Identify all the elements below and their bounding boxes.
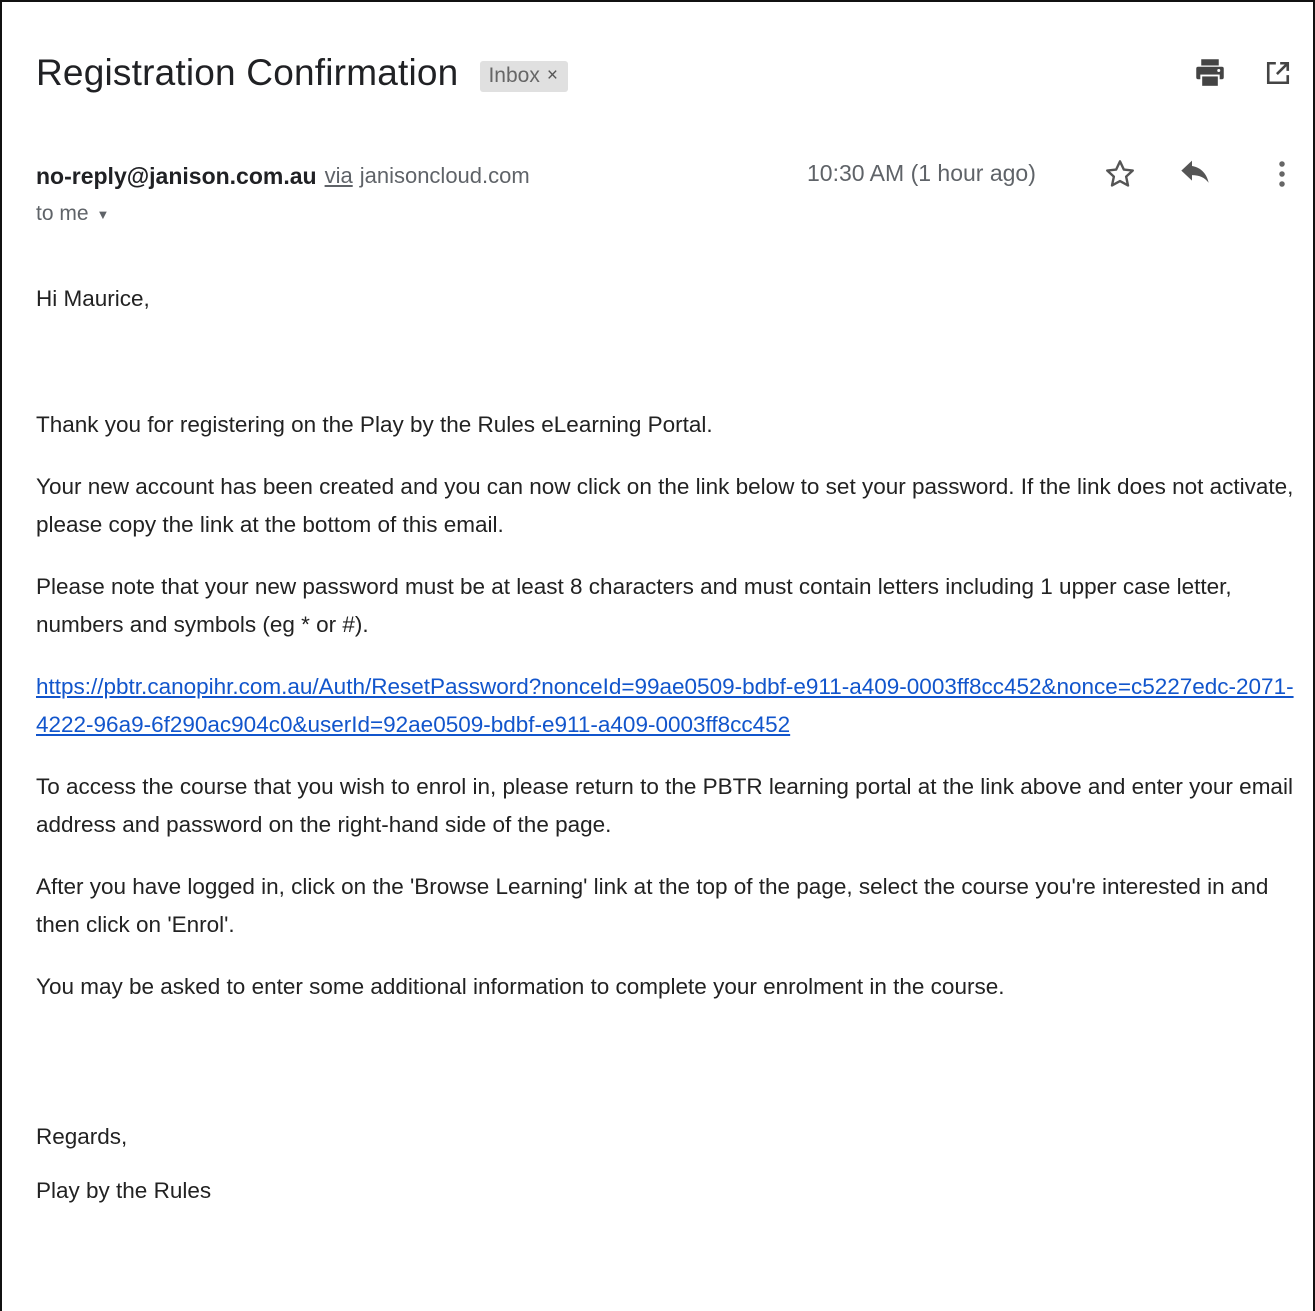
paragraph-thanks: Thank you for registering on the Play by… bbox=[36, 412, 713, 437]
paragraph-account-created: Your new account has been created and yo… bbox=[36, 474, 1294, 537]
paragraph-browse-learning: After you have logged in, click on the '… bbox=[36, 874, 1269, 937]
paragraph-additional-info: You may be asked to enter some additiona… bbox=[36, 974, 1005, 999]
paragraph-access-course: To access the course that you wish to en… bbox=[36, 774, 1293, 837]
print-icon[interactable] bbox=[1193, 56, 1227, 90]
sender-email[interactable]: no-reply@janison.com.au bbox=[36, 163, 317, 190]
via-link[interactable]: via bbox=[325, 163, 353, 189]
thread-actions bbox=[1193, 56, 1295, 90]
remove-label-icon[interactable]: × bbox=[547, 65, 558, 87]
paragraph-password-rules: Please note that your new password must … bbox=[36, 574, 1232, 637]
subject-row: Registration Confirmation Inbox × bbox=[36, 48, 1293, 98]
label-text: Inbox bbox=[488, 63, 540, 87]
message-actions bbox=[1100, 154, 1302, 194]
signature: Play by the Rules bbox=[36, 1178, 212, 1203]
reply-icon[interactable] bbox=[1176, 154, 1216, 194]
via-domain: janisoncloud.com bbox=[359, 163, 530, 188]
open-in-new-window-icon[interactable] bbox=[1261, 56, 1295, 90]
email-subject: Registration Confirmation bbox=[36, 52, 459, 93]
email-timestamp: 10:30 AM (1 hour ago) bbox=[807, 160, 1036, 186]
email-body: Hi Maurice, Thank you for registering on… bbox=[36, 280, 1297, 1210]
recipient-dropdown[interactable]: to me ▼ bbox=[36, 202, 109, 226]
email-view: Registration Confirmation Inbox × no-rep… bbox=[0, 0, 1315, 1311]
more-vertical-icon[interactable] bbox=[1262, 154, 1302, 194]
closing: Regards, bbox=[36, 1124, 128, 1149]
greeting: Hi Maurice, bbox=[36, 286, 150, 311]
reset-password-link[interactable]: https://pbtr.canopihr.com.au/Auth/ResetP… bbox=[36, 674, 1294, 737]
star-icon[interactable] bbox=[1100, 154, 1140, 194]
inbox-label-chip[interactable]: Inbox × bbox=[480, 60, 568, 92]
recipient-text: to me bbox=[36, 202, 89, 225]
caret-down-icon: ▼ bbox=[96, 206, 110, 222]
